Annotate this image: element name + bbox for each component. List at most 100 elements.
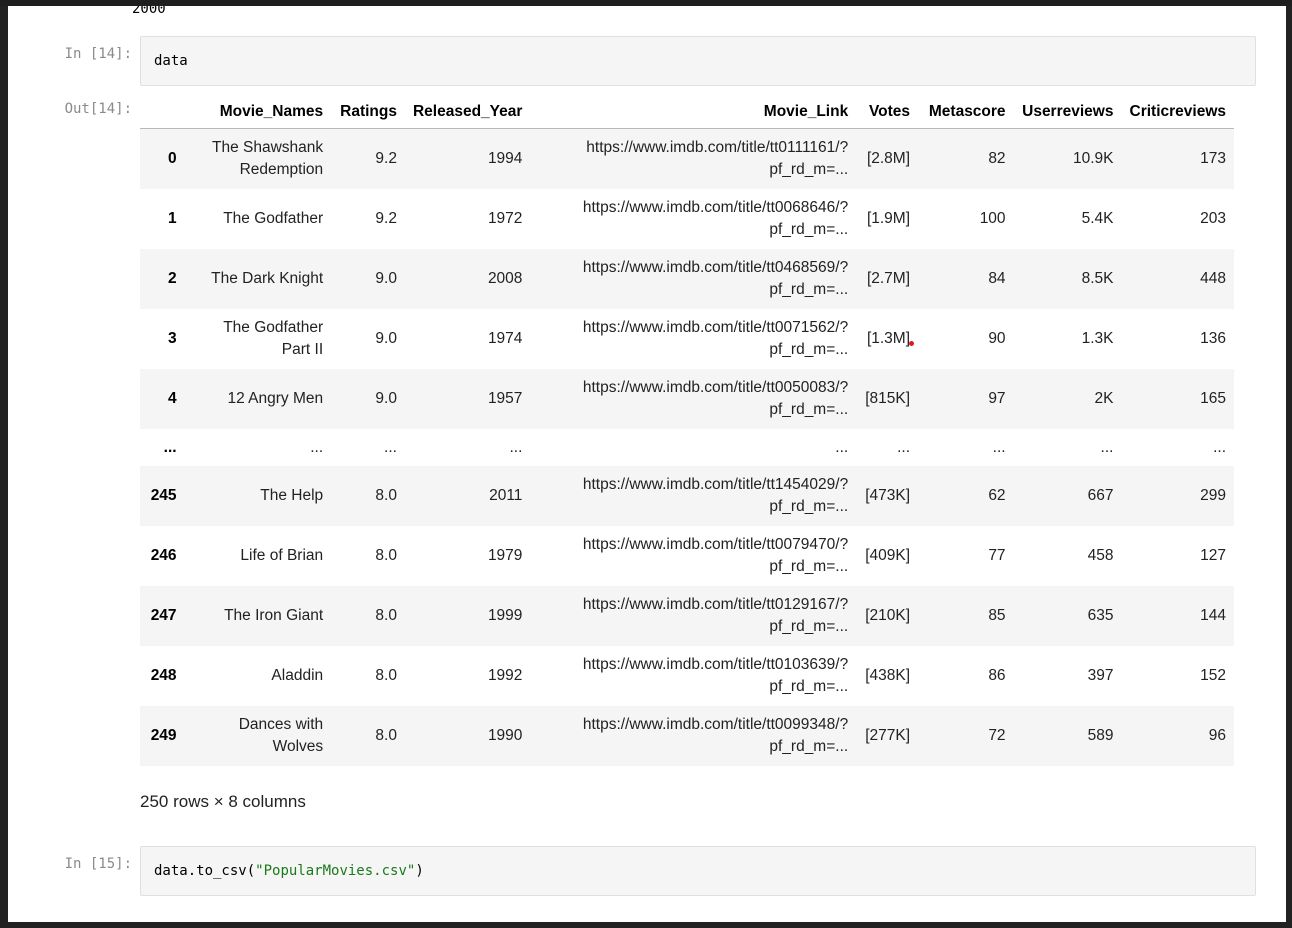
row-index-cell: 248: [140, 646, 185, 706]
userreviews-cell: 397: [1013, 646, 1122, 706]
index-header: [140, 96, 185, 129]
votes-cell: [1.3M]: [856, 309, 919, 369]
notebook-area: 2000 In [14]: data Out[14]: Movie_Names R…: [8, 6, 1286, 922]
table-row: 247 The Iron Giant 8.0 1999 https://www.imdb…: [140, 586, 1234, 646]
votes-cell: [1.9M]: [856, 189, 919, 249]
userreviews-cell: 8.5K: [1013, 249, 1122, 309]
userreviews-cell: 1.3K: [1013, 309, 1122, 369]
userreviews-cell: 667: [1013, 466, 1122, 526]
movie-link-cell: https://www.imdb.com/title/tt0050083/?pf…: [530, 369, 857, 429]
released-year-cell: ...: [404, 429, 531, 466]
header-row: Movie_Names Ratings Released_Year Movie_Lin…: [140, 96, 1234, 129]
dataframe-shape-text: 250 rows × 8 columns: [140, 792, 306, 811]
row-index-cell: 1: [140, 189, 185, 249]
rating-cell: 9.2: [331, 128, 405, 189]
table-row: 245 The Help 8.0 2011 https://www.imdb.com/t…: [140, 466, 1234, 526]
userreviews-cell: 5.4K: [1013, 189, 1122, 249]
released-year-cell: 1990: [404, 706, 531, 766]
code-text: data: [154, 53, 188, 69]
criticreviews-cell: 136: [1121, 309, 1234, 369]
row-index-cell: ...: [140, 429, 185, 466]
movie-name-cell: Aladdin: [184, 646, 332, 706]
criticreviews-cell: 144: [1121, 586, 1234, 646]
movie-name-cell: The Iron Giant: [184, 586, 332, 646]
movie-name-cell: The Godfather Part II: [184, 309, 332, 369]
userreviews-cell: ...: [1013, 429, 1122, 466]
metascore-cell: 84: [918, 249, 1014, 309]
movie-link-cell: https://www.imdb.com/title/tt0129167/?pf…: [530, 586, 857, 646]
metascore-cell: 77: [918, 526, 1014, 586]
criticreviews-cell: 448: [1121, 249, 1234, 309]
table-row: 246 Life of Brian 8.0 1979 https://www.imdb.…: [140, 526, 1234, 586]
released-year-header: Released_Year: [404, 96, 531, 129]
released-year-cell: 1994: [404, 128, 531, 189]
released-year-cell: 1957: [404, 369, 531, 429]
criticreviews-cell: 165: [1121, 369, 1234, 429]
movie-link-cell: https://www.imdb.com/title/tt0111161/?pf…: [530, 128, 857, 189]
code-cell-15[interactable]: data.to_csv("PopularMovies.csv"): [140, 846, 1256, 896]
movie-link-cell: https://www.imdb.com/title/tt1454029/?pf…: [530, 466, 857, 526]
movie-link-cell: https://www.imdb.com/title/tt0099348/?pf…: [530, 706, 857, 766]
userreviews-cell: 589: [1013, 706, 1122, 766]
input-prompt-14: In [14]:: [64, 46, 132, 62]
rating-cell: 9.2: [331, 189, 405, 249]
table-row: 2 The Dark Knight 9.0 2008 https://www.imdb.…: [140, 249, 1234, 309]
ellipsis-row: ...........................: [140, 429, 1234, 466]
rating-cell: 8.0: [331, 646, 405, 706]
userreviews-cell: 635: [1013, 586, 1122, 646]
row-index-cell: 2: [140, 249, 185, 309]
table-row: 248 Aladdin 8.0 1992 https://www.imdb.com/ti…: [140, 646, 1234, 706]
movie-name-cell: The Shawshank Redemption: [184, 128, 332, 189]
criticreviews-header: Criticreviews: [1121, 96, 1234, 129]
movie-name-cell: The Dark Knight: [184, 249, 332, 309]
votes-header: Votes: [856, 96, 919, 129]
movie-link-cell: https://www.imdb.com/title/tt0068646/?pf…: [530, 189, 857, 249]
movie-link-header: Movie_Link: [530, 96, 857, 129]
row-index-cell: 0: [140, 128, 185, 189]
votes-cell: [409K]: [856, 526, 919, 586]
rating-cell: 9.0: [331, 249, 405, 309]
criticreviews-cell: ...: [1121, 429, 1234, 466]
dataframe-output: Movie_Names Ratings Released_Year Movie_Lin…: [140, 96, 1234, 766]
row-index-cell: 249: [140, 706, 185, 766]
criticreviews-cell: 173: [1121, 128, 1234, 189]
votes-cell: [2.7M]: [856, 249, 919, 309]
movie-name-cell: Life of Brian: [184, 526, 332, 586]
movie-link-cell: ...: [530, 429, 857, 466]
movie-name-cell: Dances with Wolves: [184, 706, 332, 766]
votes-cell: [815K]: [856, 369, 919, 429]
movie-link-cell: https://www.imdb.com/title/tt0468569/?pf…: [530, 249, 857, 309]
row-index-cell: 245: [140, 466, 185, 526]
code-prefix: data.to_csv(: [154, 863, 256, 879]
released-year-cell: 2008: [404, 249, 531, 309]
rating-cell: 8.0: [331, 526, 405, 586]
criticreviews-cell: 96: [1121, 706, 1234, 766]
movie-link-cell: https://www.imdb.com/title/tt0103639/?pf…: [530, 646, 857, 706]
movie-name-cell: ...: [184, 429, 332, 466]
ratings-header: Ratings: [331, 96, 405, 129]
metascore-cell: 72: [918, 706, 1014, 766]
movie-name-cell: The Godfather: [184, 189, 332, 249]
userreviews-cell: 10.9K: [1013, 128, 1122, 189]
previous-cell-output: 2000: [132, 6, 166, 17]
row-index-cell: 3: [140, 309, 185, 369]
released-year-cell: 1972: [404, 189, 531, 249]
userreviews-cell: 458: [1013, 526, 1122, 586]
movie-name-cell: The Help: [184, 466, 332, 526]
metascore-header: Metascore: [918, 96, 1014, 129]
metascore-cell: 90: [918, 309, 1014, 369]
votes-cell: ...: [856, 429, 919, 466]
movie-link-cell: https://www.imdb.com/title/tt0071562/?pf…: [530, 309, 857, 369]
mouse-cursor-dot: [909, 341, 914, 346]
released-year-cell: 1999: [404, 586, 531, 646]
movie-link-cell: https://www.imdb.com/title/tt0079470/?pf…: [530, 526, 857, 586]
table-row: 3 The Godfather Part II 9.0 1974 https://www…: [140, 309, 1234, 369]
input-prompt-15: In [15]:: [64, 856, 132, 872]
userreviews-cell: 2K: [1013, 369, 1122, 429]
code-cell-14[interactable]: data: [140, 36, 1256, 86]
code-string-literal: "PopularMovies.csv": [255, 863, 416, 879]
metascore-cell: 85: [918, 586, 1014, 646]
rating-cell: 8.0: [331, 586, 405, 646]
votes-cell: [277K]: [856, 706, 919, 766]
output-prompt-14: Out[14]:: [64, 101, 132, 117]
